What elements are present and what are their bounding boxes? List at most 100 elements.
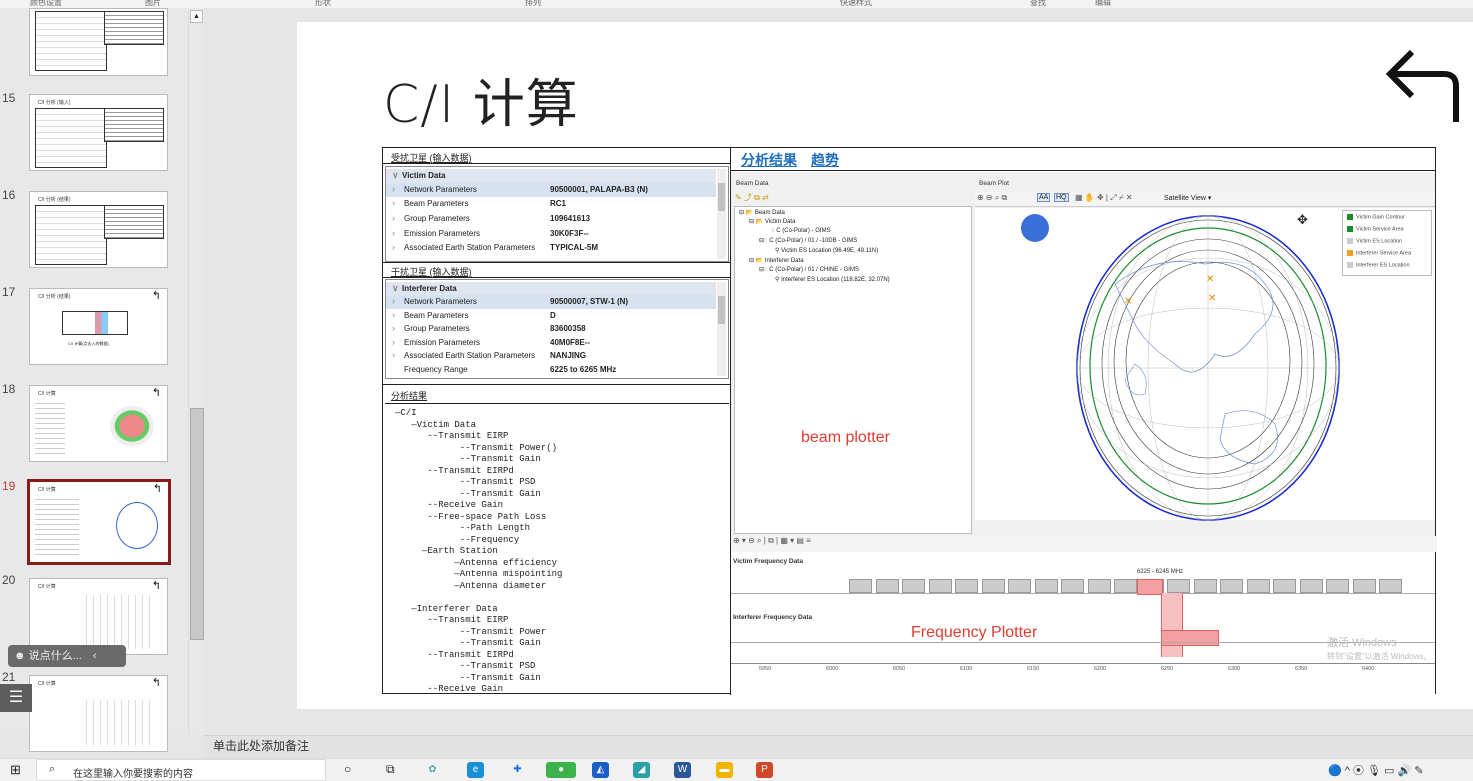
beam-data-title: Beam Data <box>736 180 769 187</box>
ribbon-label[interactable]: 颜色设置 <box>30 0 62 8</box>
ribbon-label[interactable]: 编辑 <box>1095 0 1111 8</box>
ribbon-label[interactable]: 形状 <box>315 0 331 8</box>
notes-pane[interactable]: 单击此处添加备注 <box>204 735 1473 759</box>
property-row[interactable]: › Associated Earth Station Parameters NANJ… <box>386 349 716 363</box>
cortana-icon[interactable]: ○ <box>344 762 351 776</box>
hq-button[interactable]: HQ <box>1054 193 1069 202</box>
earth-disk-plot: ✕ ✕ ✕ <box>1076 215 1340 521</box>
analysis-tabs: 分析结果 趋势 <box>741 150 853 170</box>
property-row[interactable]: › Network Parameters 90500007, STW-1 (N) <box>386 295 716 309</box>
ribbon-label[interactable]: 排列 <box>525 0 541 8</box>
ribbon-label[interactable]: 快速样式 <box>840 0 872 8</box>
thumb-title: C/I 分析 (结果) <box>38 294 71 300</box>
tree-node[interactable]: ◌ C (Co-Polar) - GIMS <box>771 228 831 234</box>
property-row[interactable]: › Emission Parameters 30K0F3F-- <box>386 227 716 241</box>
outline-list-icon[interactable]: ☰ <box>0 684 32 712</box>
windows-start-icon[interactable]: ⊞ <box>10 762 21 778</box>
back-arrow-icon: ↰ <box>152 483 162 495</box>
task-view-icon[interactable]: ⧉ <box>386 762 395 777</box>
slide-thumbnail-19[interactable]: C/I 计算 ↰ <box>27 479 171 565</box>
app-icon[interactable]: ✚ <box>509 762 526 778</box>
aa-button[interactable]: AA <box>1037 193 1051 202</box>
slide-title[interactable]: C/I 计算 <box>383 62 579 137</box>
tree-node[interactable]: ⚲ Interferer ES Location (118.82E, 32.07… <box>775 276 890 283</box>
tree-node[interactable]: ⊟ 📂 Victim Data <box>749 218 795 225</box>
victim-frequency-bars <box>849 579 1402 593</box>
taskbar-search-box[interactable]: ⌕ 在这里输入你要搜索的内容 <box>36 759 326 781</box>
property-row[interactable]: › Beam Parameters D <box>386 309 716 323</box>
property-scrollbar[interactable] <box>717 169 726 259</box>
slide-thumbnail-20[interactable]: C/I 计算 ↰ <box>29 578 168 655</box>
beam-data-tree[interactable]: ⊟ 📂 Beam Data ⊟ 📂 Victim Data ◌ C (Co-Po… <box>734 206 972 534</box>
frequency-plotter[interactable]: ⊕ ▾ ⊖ ⌕ | ⧉ | ▦ ▾ ▤ ≡ Victim Frequency D… <box>731 536 1437 694</box>
ribbon-label[interactable]: 图片 <box>145 0 161 8</box>
frequency-toolbar[interactable]: ⊕ ▾ ⊖ ⌕ | ⧉ | ▦ ▾ ▤ ≡ <box>731 536 1437 552</box>
axis-tick-label: 6000 <box>826 666 839 672</box>
tree-node[interactable]: ⊟ 📂 Beam Data <box>739 209 785 216</box>
app-icon[interactable]: ◭ <box>592 762 609 778</box>
scrollbar-thumb[interactable] <box>190 408 204 640</box>
thumb-title: C/I 计算 <box>38 681 56 687</box>
victim-channel-bar <box>955 579 978 593</box>
app-icon[interactable]: ◢ <box>633 762 650 778</box>
victim-channel-bar <box>875 579 899 593</box>
back-arrow-icon: ↰ <box>151 580 161 592</box>
chevron-left-icon[interactable]: ‹ <box>93 650 97 662</box>
wechat-icon[interactable]: ● <box>546 762 576 778</box>
property-row[interactable]: Frequency Range 6225 to 6265 MHz <box>386 363 716 377</box>
property-row[interactable]: › Group Parameters 83600358 <box>386 322 716 336</box>
slide-thumbnail-21[interactable]: C/I 计算 ↰ <box>29 675 168 752</box>
activation-watermark: 激活 Windows 转到"设置"以激活 Windows。 <box>1327 636 1431 664</box>
word-icon[interactable]: W <box>674 762 691 778</box>
property-row[interactable]: › Associated Earth Station Parameters TYPI… <box>386 241 716 255</box>
thumb-title: C/I 计算 <box>38 391 56 397</box>
powerpoint-icon[interactable]: P <box>756 762 773 778</box>
property-scrollbar[interactable] <box>717 282 726 376</box>
comment-input[interactable]: ☻ 说点什么... ‹ <box>8 645 126 667</box>
axis-tick-label: 6400 <box>1362 666 1375 672</box>
tree-node[interactable]: ⊟◌ C (Co-Polar) / 01 / CHINE - GIMS <box>759 266 859 273</box>
slide-thumbnail-17[interactable]: C/I 分析 (结果) ↰ C/I 计算(点击入的数据) <box>29 288 168 365</box>
view-select[interactable]: Satellite View ▾ <box>1164 194 1211 202</box>
interferer-frequency-label: Interferer Frequency Data <box>733 614 813 621</box>
tree-node[interactable]: ⊟◌ C (Co-Polar) / 01 / -10DB - GIMS <box>759 237 857 244</box>
browser-icon[interactable]: e <box>467 762 484 778</box>
victim-channel-bar <box>1087 579 1111 593</box>
slide-thumbnail-14[interactable] <box>29 8 168 76</box>
victim-property-grid[interactable]: ∨ Victim Data › Network Parameters 90500001… <box>385 166 729 262</box>
victim-channel-bar <box>928 579 952 593</box>
slide-thumbnail-16[interactable]: C/I 分析 (结果) <box>29 191 168 268</box>
property-row[interactable]: › Beam Parameters RC1 <box>386 197 716 211</box>
result-header: 分析结果 <box>391 391 428 401</box>
beam-data-toolbar[interactable]: ✎ ⤴ ⧉ ⇄ <box>735 192 795 204</box>
property-row[interactable]: › Group Parameters 109641613 <box>386 212 716 226</box>
interferer-property-grid[interactable]: ∨ Interferer Data › Network Parameters 9050… <box>385 279 729 379</box>
back-arrow-icon[interactable] <box>1382 40 1466 130</box>
thumb-title: C/I 计算 <box>38 584 56 590</box>
tab-analysis-result[interactable]: 分析结果 <box>741 152 797 168</box>
interferer-section-row[interactable]: ∨ Interferer Data <box>386 282 716 296</box>
slide-thumbnail-18[interactable]: C/I 计算 ↰ <box>29 385 168 462</box>
tree-node[interactable]: ⚲ Victim ES Location (96.49E, 49.11N) <box>775 247 878 254</box>
app-icon[interactable]: ✿ <box>424 762 441 778</box>
file-explorer-icon[interactable]: ▬ <box>716 762 733 778</box>
thumb-title: C/I 计算 <box>38 487 56 493</box>
slide-thumbnail-15[interactable]: C/I 分析 (输入) <box>29 94 168 171</box>
tab-trend[interactable]: 趋势 <box>811 152 839 168</box>
property-row[interactable]: › Network Parameters 90500001, PALAPA-B3 (… <box>386 183 716 197</box>
thumbnail-scrollbar[interactable]: ▲ <box>188 8 204 735</box>
slide-number: 19 <box>2 479 16 493</box>
property-row[interactable]: › Emission Parameters 40M0F8E-- <box>386 336 716 350</box>
victim-channel-bar <box>1114 579 1137 593</box>
victim-channel-bar <box>1008 579 1031 593</box>
zoom-icons[interactable]: ⊕ ⊖ ⌕ ⧉ <box>977 193 1007 203</box>
beam-plot-toolbar[interactable]: ⊕ ⊖ ⌕ ⧉ AA HQ ▦ ✋ ✥ | ⤢ ⌿ ✕ Satellite Vi… <box>975 192 1435 207</box>
tree-node[interactable]: ⊟ 📂 Interferer Data <box>749 257 804 264</box>
ribbon-label[interactable]: 查找 <box>1030 0 1046 8</box>
pan-icons[interactable]: ▦ ✋ ✥ | ⤢ ⌿ ✕ <box>1075 193 1133 203</box>
victim-section-row[interactable]: ∨ Victim Data <box>386 169 716 183</box>
beam-plot-legend: Victim Gain Contour Victim Service Area … <box>1342 210 1432 276</box>
scroll-up-icon[interactable]: ▲ <box>190 10 203 23</box>
system-tray-icons[interactable]: 🔵 ^ ⦿ 🎙 ▭ 🔊 ✎ <box>1328 762 1423 778</box>
axis-tick-label: 6300 <box>1228 666 1241 672</box>
